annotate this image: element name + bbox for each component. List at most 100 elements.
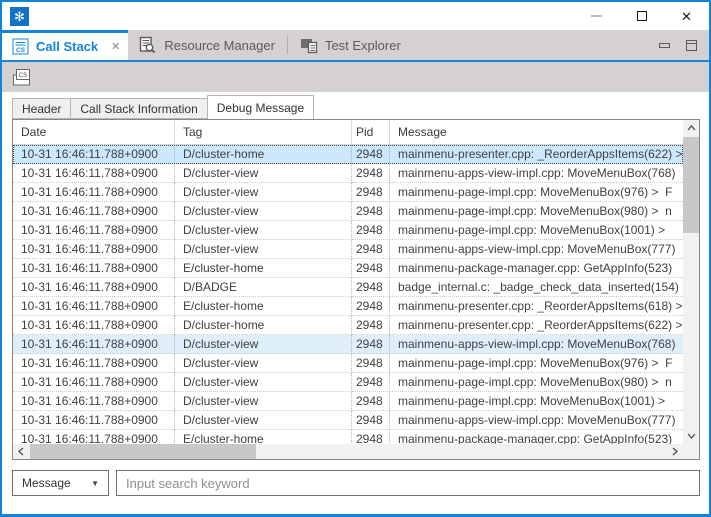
cell-pid: 2948 bbox=[352, 202, 390, 221]
table-row[interactable]: 10-31 16:46:11.788+0900 D/cluster-view 2… bbox=[13, 164, 683, 183]
close-button[interactable]: ✕ bbox=[664, 2, 709, 30]
tab-test-explorer[interactable]: Test Explorer bbox=[290, 30, 411, 60]
cell-tag: D/cluster-home bbox=[175, 145, 352, 164]
panel-controls bbox=[659, 30, 709, 60]
export-call-stack-button[interactable]: CS bbox=[10, 65, 36, 89]
cell-tag: D/BADGE bbox=[175, 278, 352, 297]
cell-message: mainmenu-page-impl.cpp: MoveMenuBox(1001… bbox=[390, 392, 683, 411]
debug-message-table: Date Tag Pid Message 10-31 16:46:11.788+… bbox=[12, 119, 700, 460]
cell-date: 10-31 16:46:11.788+0900 bbox=[13, 354, 175, 373]
chevron-left-icon bbox=[18, 447, 24, 456]
cell-message: mainmenu-page-impl.cpp: MoveMenuBox(976)… bbox=[390, 183, 683, 202]
cell-tag: E/cluster-home bbox=[175, 259, 352, 278]
cell-tag: D/cluster-view bbox=[175, 202, 352, 221]
scroll-left-button[interactable] bbox=[13, 444, 29, 459]
cell-pid: 2948 bbox=[352, 373, 390, 392]
cell-tag: D/cluster-view bbox=[175, 354, 352, 373]
search-input[interactable] bbox=[116, 470, 700, 496]
tab-label: Test Explorer bbox=[325, 38, 401, 53]
panel-minimize-icon[interactable] bbox=[659, 43, 670, 48]
cell-message: mainmenu-apps-view-impl.cpp: MoveMenuBox… bbox=[390, 164, 683, 183]
window-controls: ✕ bbox=[574, 2, 709, 30]
cell-pid: 2948 bbox=[352, 411, 390, 430]
cell-message: mainmenu-presenter.cpp: _ReorderAppsItem… bbox=[390, 145, 683, 164]
panel-restore-icon[interactable] bbox=[686, 40, 697, 51]
table-row[interactable]: 10-31 16:46:11.788+0900 D/cluster-view 2… bbox=[13, 373, 683, 392]
cell-date: 10-31 16:46:11.788+0900 bbox=[13, 145, 175, 164]
cell-message: mainmenu-presenter.cpp: _ReorderAppsItem… bbox=[390, 316, 683, 335]
cell-pid: 2948 bbox=[352, 183, 390, 202]
tab-call-stack[interactable]: CS Call Stack ✕ bbox=[2, 30, 128, 60]
table-row[interactable]: 10-31 16:46:11.788+0900 D/cluster-home 2… bbox=[13, 316, 683, 335]
cell-message: mainmenu-apps-view-impl.cpp: MoveMenuBox… bbox=[390, 335, 683, 354]
table-row[interactable]: 10-31 16:46:11.788+0900 D/cluster-view 2… bbox=[13, 354, 683, 373]
maximize-icon bbox=[637, 11, 647, 21]
filter-bar: Message ▼ bbox=[12, 470, 700, 496]
search-field-dropdown[interactable]: Message ▼ bbox=[12, 470, 109, 496]
table-row[interactable]: 10-31 16:46:11.788+0900 E/cluster-home 2… bbox=[13, 259, 683, 278]
column-header-date[interactable]: Date bbox=[13, 120, 175, 144]
table-row[interactable]: 10-31 16:46:11.788+0900 D/cluster-view 2… bbox=[13, 411, 683, 430]
cs-folder-icon: CS bbox=[12, 67, 35, 88]
table-row[interactable]: 10-31 16:46:11.788+0900 D/cluster-view 2… bbox=[13, 202, 683, 221]
table-row[interactable]: 10-31 16:46:11.788+0900 D/cluster-view 2… bbox=[13, 392, 683, 411]
cell-date: 10-31 16:46:11.788+0900 bbox=[13, 164, 175, 183]
cell-message: mainmenu-apps-view-impl.cpp: MoveMenuBox… bbox=[390, 240, 683, 259]
cell-tag: D/cluster-view bbox=[175, 411, 352, 430]
minimize-icon bbox=[591, 15, 602, 17]
table-row[interactable]: 10-31 16:46:11.788+0900 D/cluster-view 2… bbox=[13, 335, 683, 354]
table-header: Date Tag Pid Message bbox=[13, 120, 683, 145]
scroll-up-button[interactable] bbox=[683, 120, 699, 136]
subtabs: Header Call Stack Information Debug Mess… bbox=[12, 95, 700, 119]
resource-manager-icon bbox=[138, 36, 157, 54]
column-header-pid[interactable]: Pid bbox=[352, 120, 390, 144]
scroll-right-button[interactable] bbox=[667, 444, 683, 459]
table-row[interactable]: 10-31 16:46:11.788+0900 D/cluster-home 2… bbox=[13, 145, 683, 164]
column-header-tag[interactable]: Tag bbox=[175, 120, 352, 144]
cell-message: badge_internal.c: _badge_check_data_inse… bbox=[390, 278, 683, 297]
horizontal-scrollbar[interactable] bbox=[13, 444, 683, 459]
table-row[interactable]: 10-31 16:46:11.788+0900 E/cluster-home 2… bbox=[13, 297, 683, 316]
vertical-scrollbar[interactable] bbox=[683, 120, 699, 444]
table-row[interactable]: 10-31 16:46:11.788+0900 D/cluster-view 2… bbox=[13, 240, 683, 259]
chevron-down-icon: ▼ bbox=[91, 479, 99, 488]
cell-date: 10-31 16:46:11.788+0900 bbox=[13, 202, 175, 221]
chevron-down-icon bbox=[687, 433, 696, 439]
cell-pid: 2948 bbox=[352, 221, 390, 240]
scroll-down-button[interactable] bbox=[683, 428, 699, 444]
call-stack-doc-icon: CS bbox=[12, 38, 29, 55]
table-row[interactable]: 10-31 16:46:11.788+0900 D/cluster-view 2… bbox=[13, 183, 683, 202]
table-row[interactable]: 10-31 16:46:11.788+0900 D/BADGE 2948 bad… bbox=[13, 278, 683, 297]
cell-message: mainmenu-page-impl.cpp: MoveMenuBox(1001… bbox=[390, 221, 683, 240]
cell-pid: 2948 bbox=[352, 354, 390, 373]
cell-pid: 2948 bbox=[352, 259, 390, 278]
search-field-value: Message bbox=[22, 476, 71, 490]
minimize-button[interactable] bbox=[574, 2, 619, 30]
cell-message: mainmenu-apps-view-impl.cpp: MoveMenuBox… bbox=[390, 411, 683, 430]
close-icon: ✕ bbox=[681, 10, 692, 23]
subtab-header[interactable]: Header bbox=[12, 98, 71, 119]
svg-text:CS: CS bbox=[18, 73, 26, 79]
cell-tag: E/cluster-home bbox=[175, 297, 352, 316]
cell-tag: D/cluster-view bbox=[175, 183, 352, 202]
cell-pid: 2948 bbox=[352, 145, 390, 164]
tab-close-icon[interactable]: ✕ bbox=[111, 40, 120, 53]
cell-tag: D/cluster-view bbox=[175, 221, 352, 240]
table-row[interactable]: 10-31 16:46:11.788+0900 D/cluster-view 2… bbox=[13, 221, 683, 240]
tab-resource-manager[interactable]: Resource Manager bbox=[128, 30, 285, 60]
chevron-up-icon bbox=[687, 125, 696, 131]
column-header-message[interactable]: Message bbox=[390, 120, 683, 144]
cell-date: 10-31 16:46:11.788+0900 bbox=[13, 392, 175, 411]
app-window: ✻ ✕ CS Call Stack ✕ bbox=[0, 0, 711, 517]
panel-restore-titlebar bbox=[687, 41, 696, 44]
log-rows: 10-31 16:46:11.788+0900 D/cluster-home 2… bbox=[13, 145, 683, 446]
subtab-call-stack-information[interactable]: Call Stack Information bbox=[70, 98, 207, 119]
maximize-button[interactable] bbox=[619, 2, 664, 30]
cell-pid: 2948 bbox=[352, 240, 390, 259]
subtab-debug-message[interactable]: Debug Message bbox=[207, 95, 314, 119]
cell-date: 10-31 16:46:11.788+0900 bbox=[13, 221, 175, 240]
horizontal-scroll-thumb[interactable] bbox=[30, 444, 256, 459]
tab-label: Resource Manager bbox=[164, 38, 275, 53]
vertical-scroll-thumb[interactable] bbox=[683, 137, 699, 233]
cell-message: mainmenu-page-impl.cpp: MoveMenuBox(980)… bbox=[390, 202, 683, 221]
